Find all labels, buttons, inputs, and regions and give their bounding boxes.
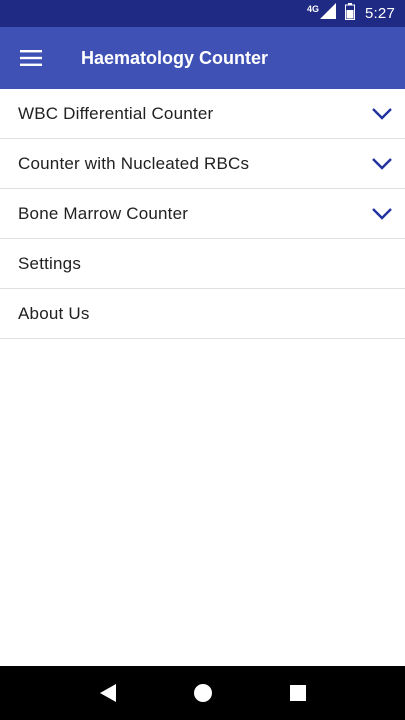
recents-button[interactable] — [278, 673, 318, 713]
menu-item-label: Counter with Nucleated RBCs — [18, 153, 250, 173]
menu-item-bone-marrow-counter[interactable]: Bone Marrow Counter — [0, 189, 405, 239]
menu-item-about-us[interactable]: About Us — [0, 289, 405, 339]
hamburger-menu-icon — [20, 50, 42, 66]
menu-item-label: Bone Marrow Counter — [18, 203, 189, 223]
chevron-down-icon[interactable] — [371, 107, 393, 121]
menu-item-label: About Us — [18, 303, 90, 323]
app-title: Haematology Counter — [81, 47, 269, 68]
signal-icon — [320, 3, 345, 24]
chevron-down-icon[interactable] — [371, 157, 393, 171]
menu-item-label: WBC Differential Counter — [18, 103, 214, 123]
network-type: 4G — [306, 3, 319, 14]
battery-icon — [345, 2, 365, 25]
navigation-bar — [0, 666, 405, 720]
app-bar: Haematology Counter — [0, 27, 405, 89]
menu-item-settings[interactable]: Settings — [0, 239, 405, 289]
menu-item-wbc-differential-counter[interactable]: WBC Differential Counter — [0, 89, 405, 139]
menu-list: WBC Differential Counter Counter with Nu… — [0, 89, 405, 339]
menu-item-label: Settings — [18, 253, 82, 273]
chevron-down-icon[interactable] — [371, 207, 393, 221]
back-button[interactable] — [88, 673, 128, 713]
status-bar: 4G 5:27 — [0, 0, 405, 27]
home-icon — [193, 684, 212, 702]
home-button[interactable] — [183, 673, 223, 713]
status-time: 5:27 — [365, 5, 395, 22]
recents-icon — [289, 685, 306, 701]
menu-button[interactable] — [0, 27, 62, 89]
menu-item-counter-with-nucleated-rbcs[interactable]: Counter with Nucleated RBCs — [0, 139, 405, 189]
back-icon — [99, 684, 116, 702]
